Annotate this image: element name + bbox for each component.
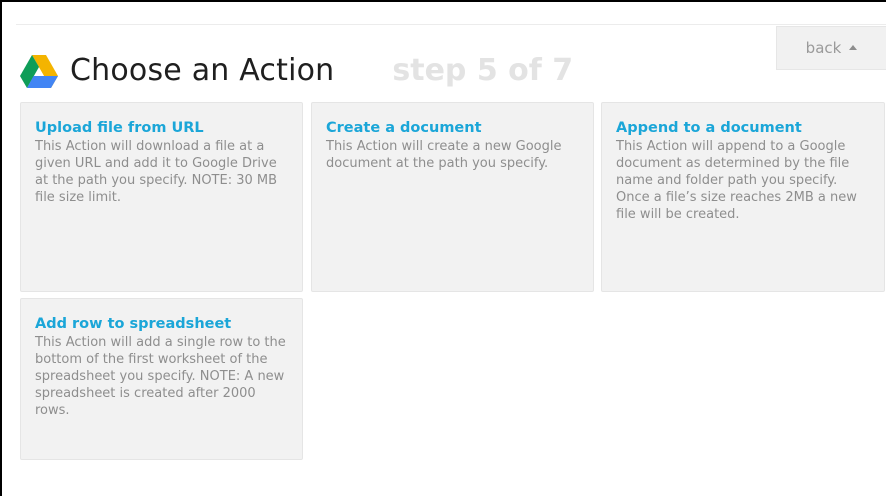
action-description: This Action will download a file at a gi… bbox=[35, 139, 278, 205]
back-label: back bbox=[805, 39, 842, 57]
action-title: Append to a document bbox=[616, 120, 802, 136]
back-button[interactable]: back bbox=[776, 26, 886, 70]
action-card-create-document[interactable]: Create a document This Action will creat… bbox=[311, 102, 594, 292]
page-title: Choose an Action bbox=[70, 52, 335, 88]
action-description: This Action will create a new Google doc… bbox=[326, 139, 562, 171]
page-header: Choose an Action step 5 of 7 bbox=[20, 48, 573, 92]
action-title: Add row to spreadsheet bbox=[35, 316, 232, 332]
divider bbox=[16, 24, 886, 25]
action-title: Upload file from URL bbox=[35, 120, 204, 136]
action-description: This Action will append to a Google docu… bbox=[616, 139, 857, 222]
action-card-add-row[interactable]: Add row to spreadsheet This Action will … bbox=[20, 298, 303, 460]
action-description: This Action will add a single row to the… bbox=[35, 335, 286, 418]
caret-up-icon bbox=[849, 45, 858, 50]
action-card-upload-file[interactable]: Upload file from URL This Action will do… bbox=[20, 102, 303, 292]
action-card-append-document[interactable]: Append to a document This Action will ap… bbox=[601, 102, 885, 292]
page-frame: back Choose an Action step 5 of 7 Upload… bbox=[0, 0, 886, 496]
action-title: Create a document bbox=[326, 120, 482, 136]
google-drive-icon bbox=[20, 55, 58, 89]
step-indicator: step 5 of 7 bbox=[392, 52, 574, 88]
